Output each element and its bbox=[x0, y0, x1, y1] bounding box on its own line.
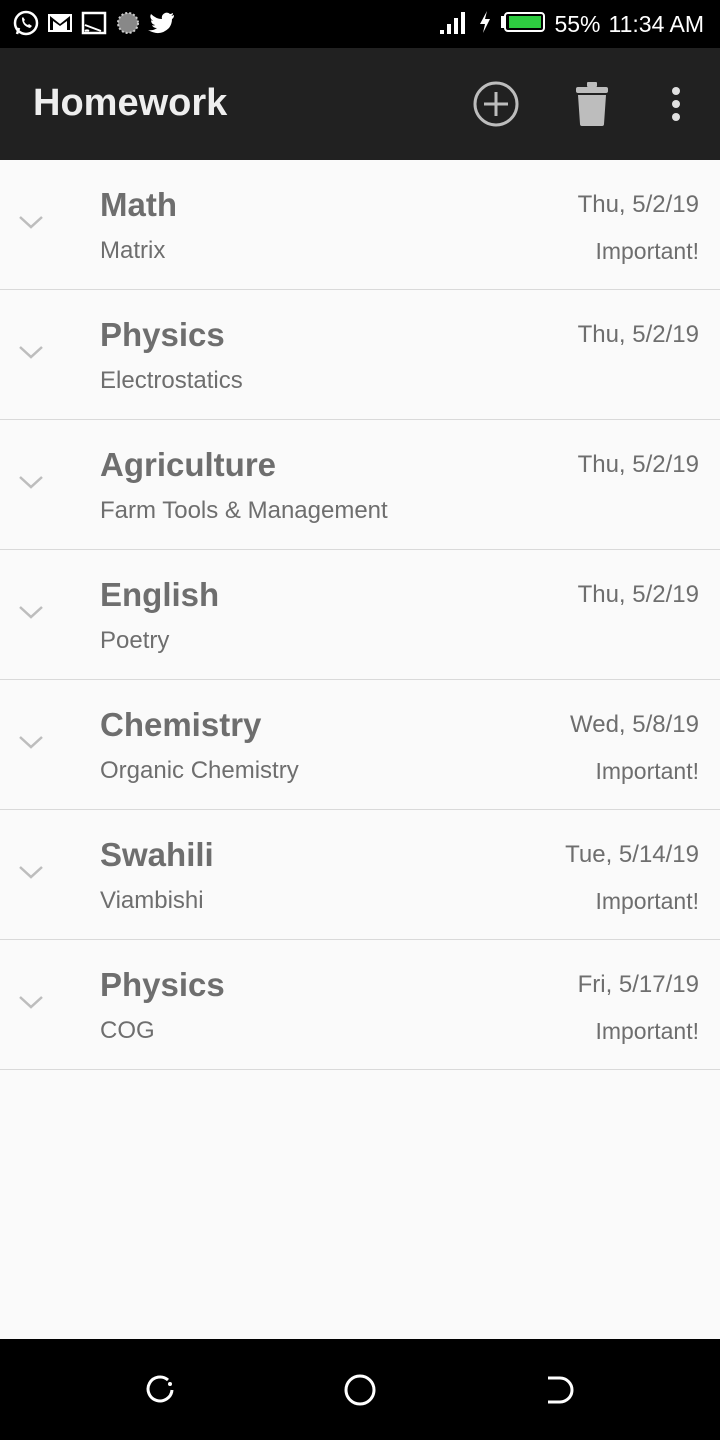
due-date: Wed, 5/8/19 bbox=[570, 711, 699, 738]
chevron-down-icon[interactable] bbox=[16, 472, 46, 492]
clock: 11:34 AM bbox=[608, 10, 704, 37]
chevron-down-icon[interactable] bbox=[16, 342, 46, 362]
subject-label: English bbox=[100, 576, 220, 613]
list-item[interactable]: Math Matrix Thu, 5/2/19 Important! bbox=[0, 160, 720, 290]
topic-label: Electrostatics bbox=[100, 367, 243, 394]
important-flag: Important! bbox=[595, 758, 699, 784]
chevron-down-icon[interactable] bbox=[16, 862, 46, 882]
subject-label: Physics bbox=[100, 316, 225, 353]
list-item[interactable]: Physics COG Fri, 5/17/19 Important! bbox=[0, 940, 720, 1070]
more-vert-icon bbox=[672, 87, 680, 121]
home-icon bbox=[344, 1374, 376, 1406]
chevron-down-icon[interactable] bbox=[16, 602, 46, 622]
topic-label: Matrix bbox=[100, 237, 166, 264]
system-status: 55% 11:34 AM bbox=[438, 8, 704, 40]
homework-list: Math Matrix Thu, 5/2/19 Important! Physi… bbox=[0, 160, 720, 1070]
home-button[interactable] bbox=[343, 1373, 377, 1407]
due-date: Thu, 5/2/19 bbox=[577, 321, 699, 348]
chevron-down-icon[interactable] bbox=[16, 992, 46, 1012]
chevron-down-icon[interactable] bbox=[16, 212, 46, 232]
charging-icon bbox=[478, 10, 492, 39]
due-date: Thu, 5/2/19 bbox=[577, 451, 699, 478]
subject-label: Swahili bbox=[100, 836, 214, 873]
gmail-icon bbox=[46, 8, 74, 38]
twitter-icon bbox=[148, 8, 176, 38]
cast-icon bbox=[80, 8, 108, 38]
signal-icon bbox=[438, 8, 470, 41]
subject-label: Math bbox=[100, 186, 177, 223]
topic-label: Organic Chemistry bbox=[100, 757, 299, 784]
list-item[interactable]: English Poetry Thu, 5/2/19 bbox=[0, 550, 720, 680]
due-date: Fri, 5/17/19 bbox=[577, 971, 699, 998]
app-bar: Homework bbox=[0, 48, 720, 160]
recents-icon bbox=[146, 1375, 174, 1403]
due-date: Tue, 5/14/19 bbox=[565, 841, 699, 868]
topic-label: COG bbox=[100, 1017, 155, 1044]
whatsapp-icon bbox=[12, 8, 40, 38]
list-item[interactable]: Physics Electrostatics Thu, 5/2/19 bbox=[0, 290, 720, 420]
list-item[interactable]: Chemistry Organic Chemistry Wed, 5/8/19 … bbox=[0, 680, 720, 810]
battery-icon bbox=[500, 11, 546, 38]
topic-label: Poetry bbox=[100, 627, 170, 654]
delete-button[interactable] bbox=[566, 78, 618, 130]
back-button[interactable] bbox=[543, 1373, 577, 1407]
add-button[interactable] bbox=[470, 78, 522, 130]
notification-icons bbox=[12, 8, 176, 38]
list-item[interactable]: Swahili Viambishi Tue, 5/14/19 Important… bbox=[0, 810, 720, 940]
chevron-down-icon[interactable] bbox=[16, 732, 46, 752]
important-flag: Important! bbox=[595, 888, 699, 914]
navigation-bar bbox=[0, 1339, 720, 1440]
important-flag: Important! bbox=[595, 238, 699, 264]
battery-percentage: 55% bbox=[554, 10, 601, 37]
page-title: Homework bbox=[33, 82, 228, 124]
more-options-button[interactable] bbox=[650, 78, 702, 130]
trash-icon bbox=[576, 82, 608, 126]
subject-label: Chemistry bbox=[100, 706, 262, 743]
topic-label: Farm Tools & Management bbox=[100, 497, 388, 524]
list-item[interactable]: Agriculture Farm Tools & Management Thu,… bbox=[0, 420, 720, 550]
status-bar: 55% 11:34 AM bbox=[0, 0, 720, 48]
back-icon bbox=[548, 1376, 574, 1404]
loading-icon bbox=[114, 8, 142, 38]
subject-label: Physics bbox=[100, 966, 225, 1003]
subject-label: Agriculture bbox=[100, 446, 277, 483]
due-date: Thu, 5/2/19 bbox=[577, 191, 699, 218]
important-flag: Important! bbox=[595, 1018, 699, 1044]
due-date: Thu, 5/2/19 bbox=[577, 581, 699, 608]
add-circle-icon bbox=[473, 81, 519, 127]
topic-label: Viambishi bbox=[100, 887, 204, 914]
recents-button[interactable] bbox=[143, 1373, 177, 1407]
